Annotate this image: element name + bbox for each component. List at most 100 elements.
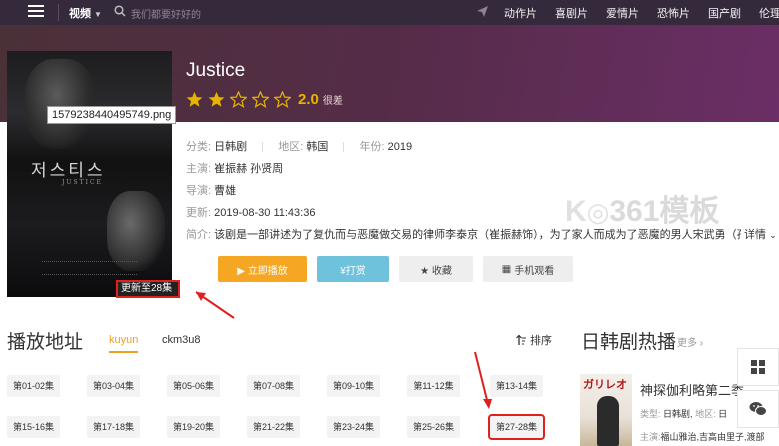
year-value[interactable]: 2019 [388,141,412,153]
region-value[interactable]: 韩国 [306,141,328,153]
description-label: 简介: [186,229,212,241]
more-link-label: 更多 [677,338,697,349]
sidebar-item-title[interactable]: 神探伽利略第二季 [640,380,744,399]
episode-button[interactable]: 第15-16集 [7,416,60,438]
nav-link-domestic[interactable]: 国产剧 [708,5,741,21]
episode-button[interactable]: 第11-12集 [407,375,460,397]
page-title: Justice [186,60,246,81]
divider [343,142,345,153]
sidebar-item-cast: 主演:福山雅治,吉高由里子,渡部 [640,430,779,443]
image-tooltip: 1579238440495749.png [47,106,177,124]
episode-button[interactable]: 第25-26集 [407,416,460,438]
more-link[interactable]: 更多 › [677,334,703,349]
mobile-view-label: 手机观看 [514,265,555,277]
sort-icon [516,334,526,345]
divider [262,142,264,153]
send-icon[interactable] [476,5,489,18]
chevron-down-icon: ⌄ [769,230,777,240]
nav-link-ethics[interactable]: 伦理片 [759,5,779,21]
description-text: 该剧是一部讲述为了复仇而与恶魔做交易的律师李泰京（崔振赫饰），为了家人而成为了恶… [214,229,759,241]
episode-button[interactable]: 第05-06集 [167,375,220,397]
episode-button[interactable]: 第17-18集 [87,416,140,438]
episode-button[interactable]: 第19-20集 [167,416,220,438]
sidebar-region-value: 日 [718,409,728,419]
cast-label: 主演: [186,163,212,175]
nav-link-comedy[interactable]: 喜剧片 [555,5,588,21]
episode-button[interactable]: 第21-22集 [247,416,300,438]
sidebar-title: 日韩剧热播 [581,332,677,353]
director-value[interactable]: 曹雄 [214,185,236,197]
nav-link-romance[interactable]: 爱情片 [606,5,639,21]
info-row-meta: 分类: 日韩剧 地区: 韩国 年份: 2019 [186,138,776,160]
watermark: K◎361模板 [565,195,720,228]
star-empty-icon [274,91,291,108]
category-label: 分类: [186,141,212,153]
sidebar-type-label: 类型: [640,409,661,419]
qrcode-icon: ▦ [501,263,512,275]
sidebar-item-meta: 类型: 日韩剧, 地区: 日 [640,407,727,420]
star-rating: 2.0 很差 [186,91,343,108]
episode-button-latest[interactable]: 第27-28集 [488,414,545,440]
detail-link-label: 详情 [744,229,766,241]
windows-button[interactable] [737,348,779,386]
cast-value[interactable]: 崔振赫 孙贤周 [214,163,283,175]
search-icon[interactable] [114,5,126,17]
tab-kuyun[interactable]: kuyun [109,334,139,353]
category-select[interactable]: 视频 ▼ [69,5,102,21]
year-label: 年份: [359,141,385,153]
sidebar-region-label: 地区: [695,409,716,419]
sidebar-cast-value: 福山雅治,吉高由里子,渡部 [660,432,765,442]
episode-button[interactable]: 第01-02集 [7,375,60,397]
poster-image[interactable]: 저스티스 JUSTICE [7,51,172,297]
mobile-view-button[interactable]: ▦ 手机观看 [483,256,573,282]
star-filled-icon [208,91,225,107]
episode-button[interactable]: 第13-14集 [490,375,543,397]
poster-figure [25,59,95,149]
nav-link-horror[interactable]: 恐怖片 [657,5,690,21]
search-input[interactable]: 我们都要好好的 [131,6,201,21]
episode-button[interactable]: 第03-04集 [87,375,140,397]
episode-button[interactable]: 第23-24集 [327,416,380,438]
rating-score: 2.0 [298,91,319,108]
region-label: 地区: [278,141,304,153]
rating-label: 很差 [322,96,343,107]
playlist-title: 播放地址 [7,332,84,353]
tip-button[interactable]: ¥打赏 [317,256,389,282]
nav-link-action[interactable]: 动作片 [504,5,537,21]
episode-button[interactable]: 第07-08集 [247,375,300,397]
wechat-icon [749,402,767,416]
watermark-text: 361模板 [609,195,720,228]
nav-links: 动作片 喜剧片 爱情片 恐怖片 国产剧 伦理片 [504,5,779,21]
favorite-button[interactable]: ★ 收藏 [399,256,473,282]
top-nav: 视频▼ 我们都要好好的 动作片 喜剧片 爱情片 恐怖片 国产剧 伦理片 [0,0,779,25]
detail-link[interactable]: 详情 ⌄ [741,226,777,242]
poster-title: 저스티스 [31,161,106,181]
category-value[interactable]: 日韩剧 [214,141,247,153]
chevron-down-icon: ▼ [94,10,102,19]
sidebar-poster-text: ガリレオ [583,379,627,391]
poster-credits [42,261,137,275]
updated-value: 2019-08-30 11:43:36 [214,207,316,219]
updated-label: 更新: [186,207,212,219]
sidebar-cast-label: 主演: [640,432,661,442]
menu-icon[interactable] [28,5,44,19]
info-row-cast: 主演: 崔振赫 孙贤周 [186,160,776,182]
nav-divider [58,4,59,21]
star-empty-icon [230,91,247,108]
windows-icon [751,360,765,374]
action-buttons: ▶ 立即播放 ¥打赏 ★ 收藏 ▦ 手机观看 [218,256,583,282]
play-button[interactable]: ▶ 立即播放 [218,256,307,282]
director-label: 导演: [186,185,212,197]
wechat-button[interactable] [737,390,779,428]
sidebar-item-poster[interactable]: ガリレオ [580,374,632,446]
category-select-label: 视频 [69,8,91,20]
star-filled-icon [186,91,203,107]
sort-button[interactable]: 排序 [516,332,552,348]
sidebar-type-value: 日韩剧, [663,409,693,419]
poster-figure [107,191,165,271]
update-badge: 更新至28集 [116,280,180,298]
episode-button[interactable]: 第09-10集 [327,375,380,397]
star-empty-icon [252,91,269,108]
poster-subtitle: JUSTICE [62,179,103,186]
tab-ckm3u8[interactable]: ckm3u8 [162,334,201,346]
